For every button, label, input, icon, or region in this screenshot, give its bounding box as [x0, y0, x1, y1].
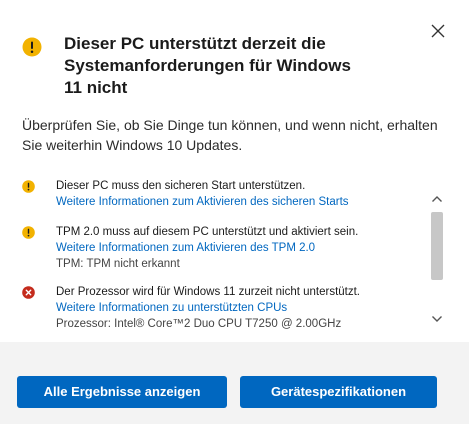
show-all-results-button[interactable]: Alle Ergebnisse anzeigen: [17, 376, 227, 408]
requirement-text: Dieser PC muss den sicheren Start unters…: [56, 180, 306, 192]
scrollbar-thumb[interactable]: [431, 212, 443, 280]
info-link[interactable]: Weitere Informationen zu unterstützten C…: [56, 300, 422, 316]
requirement-detail: Prozessor: Intel® Core™2 Duo CPU T7250 @…: [56, 318, 342, 330]
warning-icon: [22, 37, 42, 57]
dialog-subtitle: Überprüfen Sie, ob Sie Dinge tun können,…: [22, 117, 438, 153]
requirement-text: TPM 2.0 muss auf diesem PC unterstützt u…: [56, 226, 359, 238]
requirement-detail: TPM: TPM nicht erkannt: [56, 258, 180, 270]
warning-icon: [22, 180, 35, 193]
close-icon[interactable]: [427, 20, 449, 42]
chevron-up-icon[interactable]: [430, 192, 444, 206]
error-icon: [22, 286, 35, 299]
item-text: Der Prozessor wird für Windows 11 zurzei…: [56, 284, 422, 332]
item-text: Dieser PC muss den sicheren Start unters…: [56, 178, 422, 210]
chevron-down-icon[interactable]: [430, 312, 444, 326]
device-specs-button[interactable]: Gerätespezifikationen: [240, 376, 437, 408]
requirements-list: Dieser PC muss den sicheren Start unters…: [22, 178, 422, 336]
info-link[interactable]: Weitere Informationen zum Aktivieren des…: [56, 194, 422, 210]
vertical-scrollbar[interactable]: [428, 180, 446, 336]
requirement-text: Der Prozessor wird für Windows 11 zurzei…: [56, 286, 361, 298]
dialog-title: Dieser PC unterstützt derzeit die System…: [64, 34, 351, 97]
item-text: TPM 2.0 muss auf diesem PC unterstützt u…: [56, 224, 422, 272]
dialog-content: Dieser PC unterstützt derzeit die System…: [0, 0, 469, 342]
info-link[interactable]: Weitere Informationen zum Aktivieren des…: [56, 240, 422, 256]
compatibility-dialog: Dieser PC unterstützt derzeit die System…: [0, 0, 469, 424]
warning-icon: [22, 226, 35, 239]
